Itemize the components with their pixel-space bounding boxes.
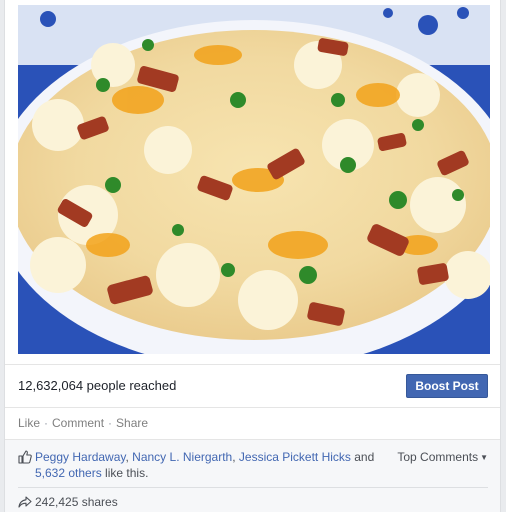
others-link[interactable]: 5,632 others <box>35 466 102 480</box>
separator: · <box>108 416 113 430</box>
like-link[interactable]: Like <box>18 416 40 430</box>
post-card: 12,632,064 people reached Boost Post Lik… <box>4 0 501 512</box>
liker-name[interactable]: Peggy Hardaway <box>35 450 126 464</box>
shares-summary: 242,425 shares <box>18 495 118 509</box>
likes-summary: Peggy Hardaway, Nancy L. Niergarth, Jess… <box>18 449 488 481</box>
liker-name[interactable]: Nancy L. Niergarth <box>132 450 232 464</box>
likes-text: Peggy Hardaway, Nancy L. Niergarth, Jess… <box>35 450 375 480</box>
share-link[interactable]: Share <box>116 416 148 430</box>
comment-link[interactable]: Comment <box>52 416 104 430</box>
divider <box>18 487 488 488</box>
separator: · <box>44 416 49 430</box>
boost-post-button[interactable]: Boost Post <box>406 374 488 398</box>
thumbs-up-icon <box>18 450 32 464</box>
post-actions: Like · Comment · Share <box>18 416 148 430</box>
people-reached[interactable]: 12,632,064 people reached <box>18 378 176 393</box>
top-comments-dropdown[interactable]: Top Comments ▼ <box>397 449 488 466</box>
share-arrow-icon <box>18 496 32 508</box>
liker-name[interactable]: Jessica Pickett Hicks <box>239 450 351 464</box>
caret-down-icon: ▼ <box>480 453 488 462</box>
feedback-area: Peggy Hardaway, Nancy L. Niergarth, Jess… <box>5 439 500 512</box>
shares-count-link[interactable]: 242,425 shares <box>35 495 118 509</box>
post-photo[interactable] <box>18 5 490 354</box>
reach-bar: 12,632,064 people reached Boost Post <box>5 364 500 408</box>
